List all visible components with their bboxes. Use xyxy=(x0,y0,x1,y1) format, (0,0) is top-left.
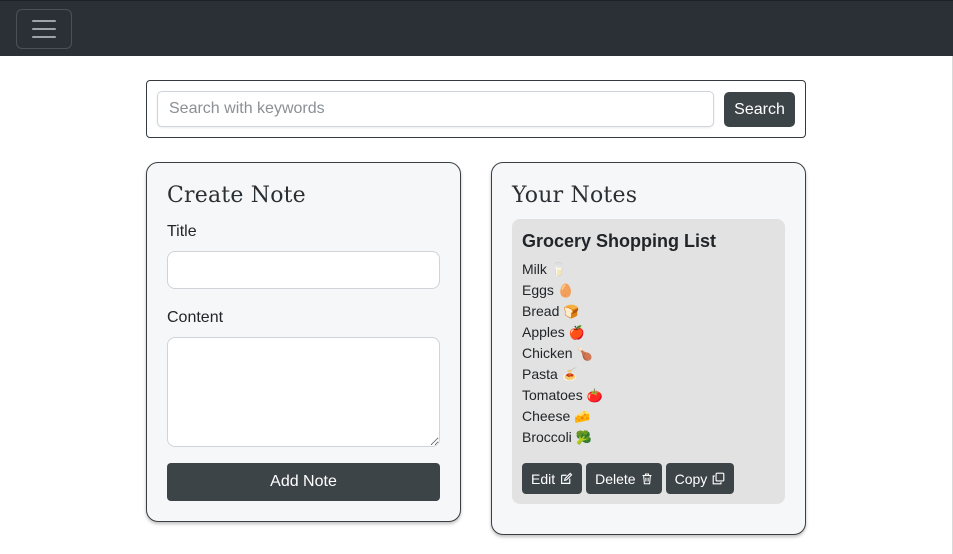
copy-label: Copy xyxy=(674,470,708,487)
note-card: Grocery Shopping List Milk 🥛 Eggs 🥚 Bread 🍞… xyxy=(512,219,785,504)
hamburger-menu-button[interactable] xyxy=(16,9,72,49)
egg-emoji: 🥚 xyxy=(557,283,575,298)
cheese-emoji: 🧀 xyxy=(574,409,591,424)
note-line: Tomatoes 🍅 xyxy=(522,385,603,406)
hamburger-bar xyxy=(32,28,56,30)
delete-label: Delete xyxy=(595,470,636,487)
add-note-button[interactable]: Add Note xyxy=(167,463,440,501)
note-line-text: Milk xyxy=(522,261,547,277)
note-line: Eggs 🥚 xyxy=(522,280,603,301)
tomato-emoji: 🍅 xyxy=(586,388,603,403)
your-notes-heading: Your Notes xyxy=(512,183,638,208)
note-content: Milk 🥛 Eggs 🥚 Bread 🍞 Apples 🍎 Chicken 🍗 Past… xyxy=(522,259,603,448)
note-line-text: Apples xyxy=(522,324,565,340)
note-line-text: Bread xyxy=(522,303,560,319)
note-line-text: Cheese xyxy=(522,408,571,424)
content-label: Content xyxy=(167,309,224,326)
title-label: Title xyxy=(167,223,197,240)
note-line: Cheese 🧀 xyxy=(522,406,603,427)
milk-emoji: 🥛 xyxy=(550,262,568,277)
content-field[interactable] xyxy=(167,337,440,447)
search-input[interactable] xyxy=(157,91,714,127)
copy-note-button[interactable]: Copy xyxy=(665,463,735,494)
edit-note-button[interactable]: Edit xyxy=(522,463,583,494)
search-bar: Search xyxy=(146,80,806,138)
pasta-emoji: 🍝 xyxy=(561,367,578,382)
note-line: Milk 🥛 xyxy=(522,259,603,280)
chicken-emoji: 🍗 xyxy=(576,346,593,361)
note-line-text: Pasta xyxy=(522,366,558,382)
note-line-text: Chicken xyxy=(522,345,573,361)
hamburger-bar xyxy=(32,36,56,38)
note-line: Pasta 🍝 xyxy=(522,364,603,385)
copy-icon xyxy=(712,472,725,485)
note-line-text: Tomatoes xyxy=(522,387,583,403)
broccoli-emoji: 🥦 xyxy=(575,430,592,445)
your-notes-card: Your Notes Grocery Shopping List Milk 🥛 E… xyxy=(491,162,806,535)
top-navbar xyxy=(0,0,953,56)
note-line: Chicken 🍗 xyxy=(522,343,603,364)
note-line-text: Broccoli xyxy=(522,429,572,445)
note-line-text: Eggs xyxy=(522,282,554,298)
note-line: Apples 🍎 xyxy=(522,322,603,343)
create-note-card: Create Note Title Content Add Note xyxy=(146,162,461,522)
bread-emoji: 🍞 xyxy=(563,304,580,319)
delete-note-button[interactable]: Delete xyxy=(586,463,662,494)
note-actions: Edit Delete Copy xyxy=(522,463,735,494)
trash-icon xyxy=(642,473,652,485)
hamburger-menu-icon xyxy=(32,20,56,22)
note-title: Grocery Shopping List xyxy=(522,231,717,251)
apple-emoji: 🍎 xyxy=(568,325,585,340)
title-field[interactable] xyxy=(167,251,440,289)
note-line: Bread 🍞 xyxy=(522,301,603,322)
pencil-square-icon xyxy=(561,472,573,484)
create-note-heading: Create Note xyxy=(167,183,306,208)
search-button[interactable]: Search xyxy=(724,92,795,127)
note-line: Broccoli 🥦 xyxy=(522,427,603,448)
edit-label: Edit xyxy=(531,470,556,487)
